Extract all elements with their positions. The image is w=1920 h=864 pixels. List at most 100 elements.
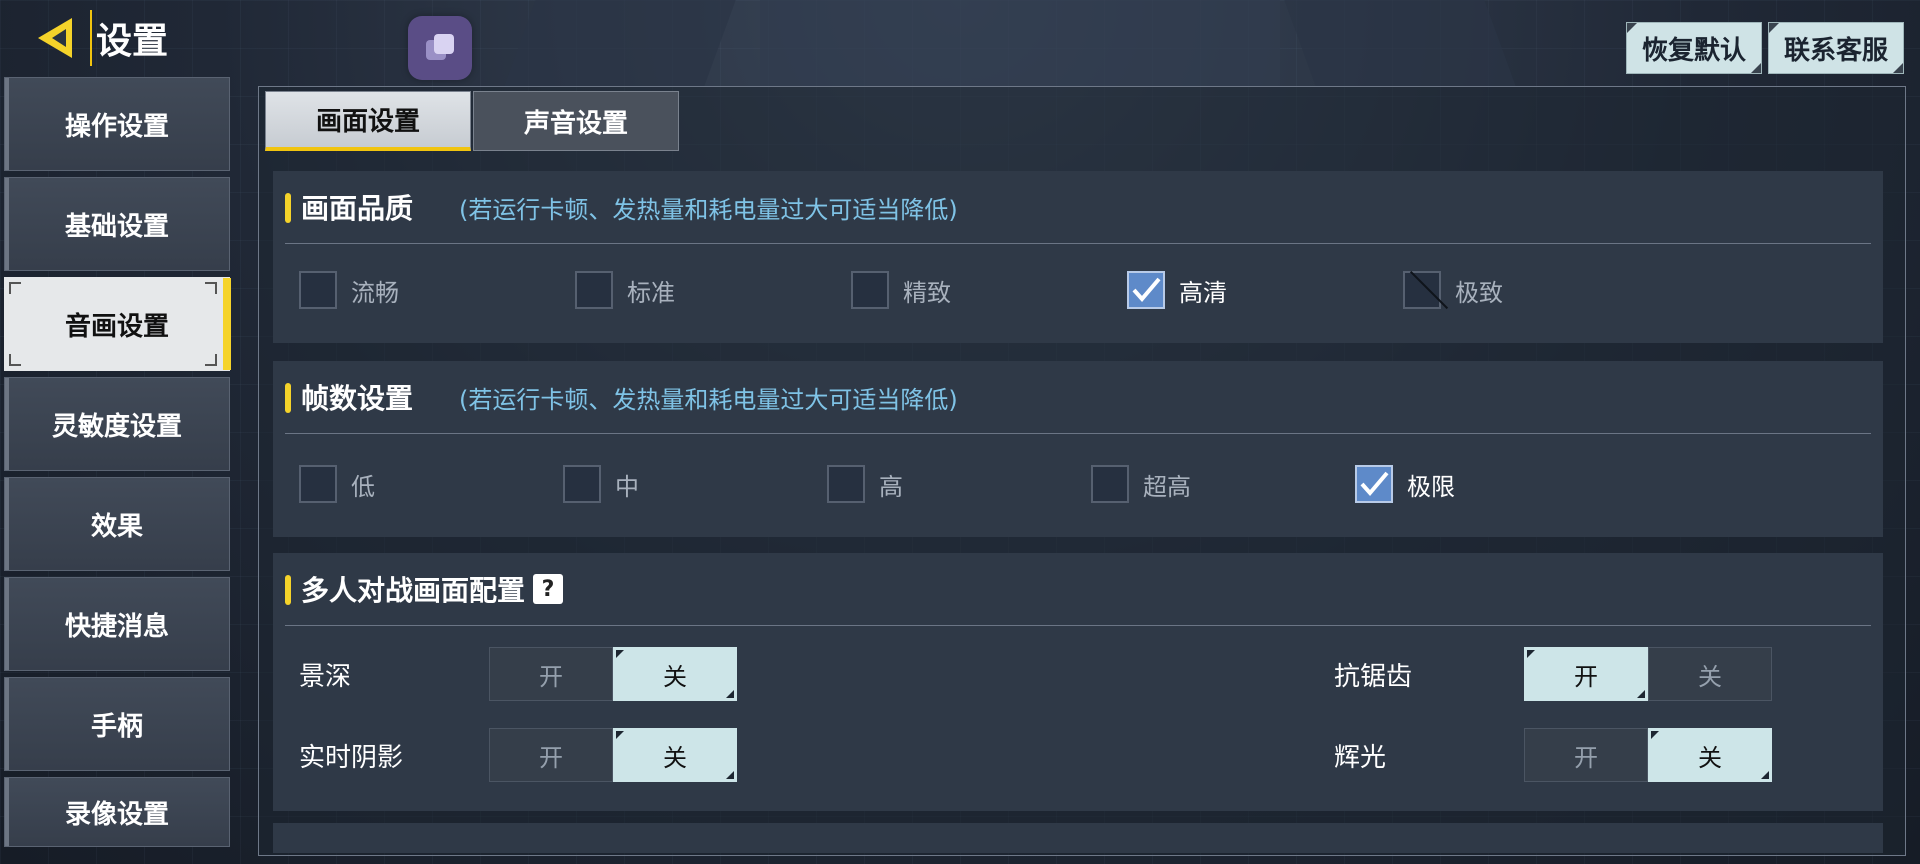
checkmark-icon bbox=[1132, 277, 1161, 303]
settings-panel: 画面设置 声音设置 画面品质 (若运行卡顿、发热量和耗电量过大可适当降低) 流畅… bbox=[258, 86, 1906, 856]
restore-default-button[interactable]: 恢复默认 bbox=[1626, 22, 1762, 74]
restore-default-label: 恢复默认 bbox=[1641, 35, 1746, 66]
quality-option-standard[interactable]: 标准 bbox=[575, 271, 675, 309]
sidebar-item-sensitivity[interactable]: 灵敏度设置 bbox=[4, 377, 230, 471]
sidebar-item-label: 操作设置 bbox=[64, 111, 169, 142]
checkbox[interactable] bbox=[851, 271, 889, 309]
quality-section: 画面品质 (若运行卡顿、发热量和耗电量过大可适当降低) 流畅 标准 精致 高清 … bbox=[273, 171, 1883, 343]
checkmark-icon bbox=[1360, 471, 1389, 497]
checkbox[interactable] bbox=[299, 271, 337, 309]
sidebar-item-label: 效果 bbox=[90, 511, 143, 542]
divider bbox=[285, 625, 1871, 626]
section-title: 帧数设置 bbox=[301, 382, 414, 415]
multiplayer-section: 多人对战画面配置 ? 景深 开 关 抗锯齿 开 关 实时阴影 开 关 辉光 开 … bbox=[273, 553, 1883, 811]
checkbox-disabled bbox=[1403, 271, 1441, 309]
checkbox[interactable] bbox=[299, 465, 337, 503]
quality-option-smooth[interactable]: 流畅 bbox=[299, 271, 399, 309]
section-accent-bar bbox=[285, 383, 291, 413]
section-header: 多人对战画面配置 ? bbox=[273, 553, 1883, 625]
corner-bracket bbox=[205, 282, 217, 294]
toggle-on-option[interactable]: 开 bbox=[489, 728, 613, 782]
sidebar: 操作设置 基础设置 音画设置 灵敏度设置 效果 快捷消息 手柄 录像设置 bbox=[4, 77, 232, 853]
contact-support-label: 联系客服 bbox=[1783, 35, 1888, 66]
depth-of-field-toggle: 开 关 bbox=[489, 647, 737, 701]
option-label: 高清 bbox=[1179, 278, 1227, 307]
framerate-option-low[interactable]: 低 bbox=[299, 465, 375, 503]
framerate-options: 低 中 高 超高 极限 bbox=[299, 465, 1883, 509]
framerate-option-medium[interactable]: 中 bbox=[563, 465, 639, 503]
checkbox[interactable] bbox=[827, 465, 865, 503]
option-label: 高 bbox=[879, 472, 903, 501]
section-header: 帧数设置 (若运行卡顿、发热量和耗电量过大可适当降低) bbox=[273, 361, 1883, 433]
toggle-label: 辉光 bbox=[1334, 742, 1387, 773]
quality-option-ultimate[interactable]: 极致 bbox=[1403, 271, 1503, 309]
framerate-option-high[interactable]: 高 bbox=[827, 465, 903, 503]
checkbox[interactable] bbox=[575, 271, 613, 309]
checkbox[interactable] bbox=[1091, 465, 1129, 503]
toggle-on-option[interactable]: 开 bbox=[489, 647, 613, 701]
background-shape bbox=[1284, 0, 1516, 86]
page-title: 设置 bbox=[90, 10, 176, 66]
help-icon[interactable]: ? bbox=[533, 574, 564, 604]
sidebar-item-operation[interactable]: 操作设置 bbox=[4, 77, 230, 171]
framerate-option-extreme[interactable]: 极限 bbox=[1355, 465, 1455, 503]
toggle-row-depth-of-field: 景深 开 关 bbox=[299, 647, 737, 701]
tab-label: 声音设置 bbox=[523, 108, 628, 139]
anti-aliasing-toggle: 开 关 bbox=[1524, 647, 1772, 701]
quality-option-hd[interactable]: 高清 bbox=[1127, 271, 1227, 309]
section-header: 画面品质 (若运行卡顿、发热量和耗电量过大可适当降低) bbox=[273, 171, 1883, 243]
contact-support-button[interactable]: 联系客服 bbox=[1768, 22, 1904, 74]
quality-option-refined[interactable]: 精致 bbox=[851, 271, 951, 309]
background-shape bbox=[504, 0, 736, 86]
realtime-shadows-toggle: 开 关 bbox=[489, 728, 737, 782]
sidebar-item-label: 快捷消息 bbox=[64, 611, 169, 642]
divider bbox=[285, 243, 1871, 244]
corner-bracket bbox=[9, 354, 21, 366]
sidebar-item-label: 基础设置 bbox=[64, 211, 169, 242]
toggle-row-bloom: 辉光 开 关 bbox=[1334, 728, 1772, 782]
divider bbox=[285, 433, 1871, 434]
corner-bracket bbox=[9, 282, 21, 294]
sidebar-item-label: 手柄 bbox=[90, 711, 143, 742]
toggle-on-option[interactable]: 开 bbox=[1524, 647, 1648, 701]
sidebar-item-quick-messages[interactable]: 快捷消息 bbox=[4, 577, 230, 671]
floating-window-button[interactable] bbox=[408, 16, 472, 80]
toggle-off-option[interactable]: 关 bbox=[613, 647, 737, 701]
toggle-label: 实时阴影 bbox=[299, 742, 404, 773]
sidebar-item-label: 灵敏度设置 bbox=[51, 411, 182, 442]
toggle-label: 景深 bbox=[299, 661, 352, 692]
tab-bar: 画面设置 声音设置 bbox=[265, 91, 679, 151]
option-label: 标准 bbox=[627, 278, 675, 307]
checkbox[interactable] bbox=[563, 465, 601, 503]
option-label: 极限 bbox=[1407, 472, 1455, 501]
framerate-section: 帧数设置 (若运行卡顿、发热量和耗电量过大可适当降低) 低 中 高 超高 极限 bbox=[273, 361, 1883, 537]
tab-display-settings[interactable]: 画面设置 bbox=[265, 91, 471, 151]
toggle-row-anti-aliasing: 抗锯齿 开 关 bbox=[1334, 647, 1772, 701]
sidebar-item-label: 录像设置 bbox=[64, 799, 169, 830]
section-title: 画面品质 bbox=[301, 192, 414, 225]
toggle-off-option[interactable]: 关 bbox=[1648, 728, 1772, 782]
sidebar-item-controller[interactable]: 手柄 bbox=[4, 677, 230, 771]
checkbox-checked[interactable] bbox=[1355, 465, 1393, 503]
corner-bracket bbox=[205, 354, 217, 366]
toggle-off-option[interactable]: 关 bbox=[613, 728, 737, 782]
option-label: 低 bbox=[351, 472, 375, 501]
sidebar-item-label: 音画设置 bbox=[64, 311, 169, 342]
section-accent-bar bbox=[285, 193, 291, 223]
back-button[interactable]: 设置 bbox=[32, 10, 176, 66]
tab-sound-settings[interactable]: 声音设置 bbox=[473, 91, 679, 151]
section-title: 多人对战画面配置 bbox=[301, 574, 526, 607]
sidebar-item-basic[interactable]: 基础设置 bbox=[4, 177, 230, 271]
sidebar-item-audio-video[interactable]: 音画设置 bbox=[4, 277, 231, 371]
option-label: 流畅 bbox=[351, 278, 399, 307]
toggle-off-option[interactable]: 关 bbox=[1648, 647, 1772, 701]
framerate-option-ultra[interactable]: 超高 bbox=[1091, 465, 1191, 503]
option-label: 中 bbox=[615, 472, 639, 501]
toggle-on-option[interactable]: 开 bbox=[1524, 728, 1648, 782]
checkbox-checked[interactable] bbox=[1127, 271, 1165, 309]
bloom-toggle: 开 关 bbox=[1524, 728, 1772, 782]
sidebar-item-effects[interactable]: 效果 bbox=[4, 477, 230, 571]
section-accent-bar bbox=[285, 575, 291, 605]
sidebar-item-recording[interactable]: 录像设置 bbox=[4, 777, 230, 847]
option-label: 极致 bbox=[1455, 278, 1503, 307]
